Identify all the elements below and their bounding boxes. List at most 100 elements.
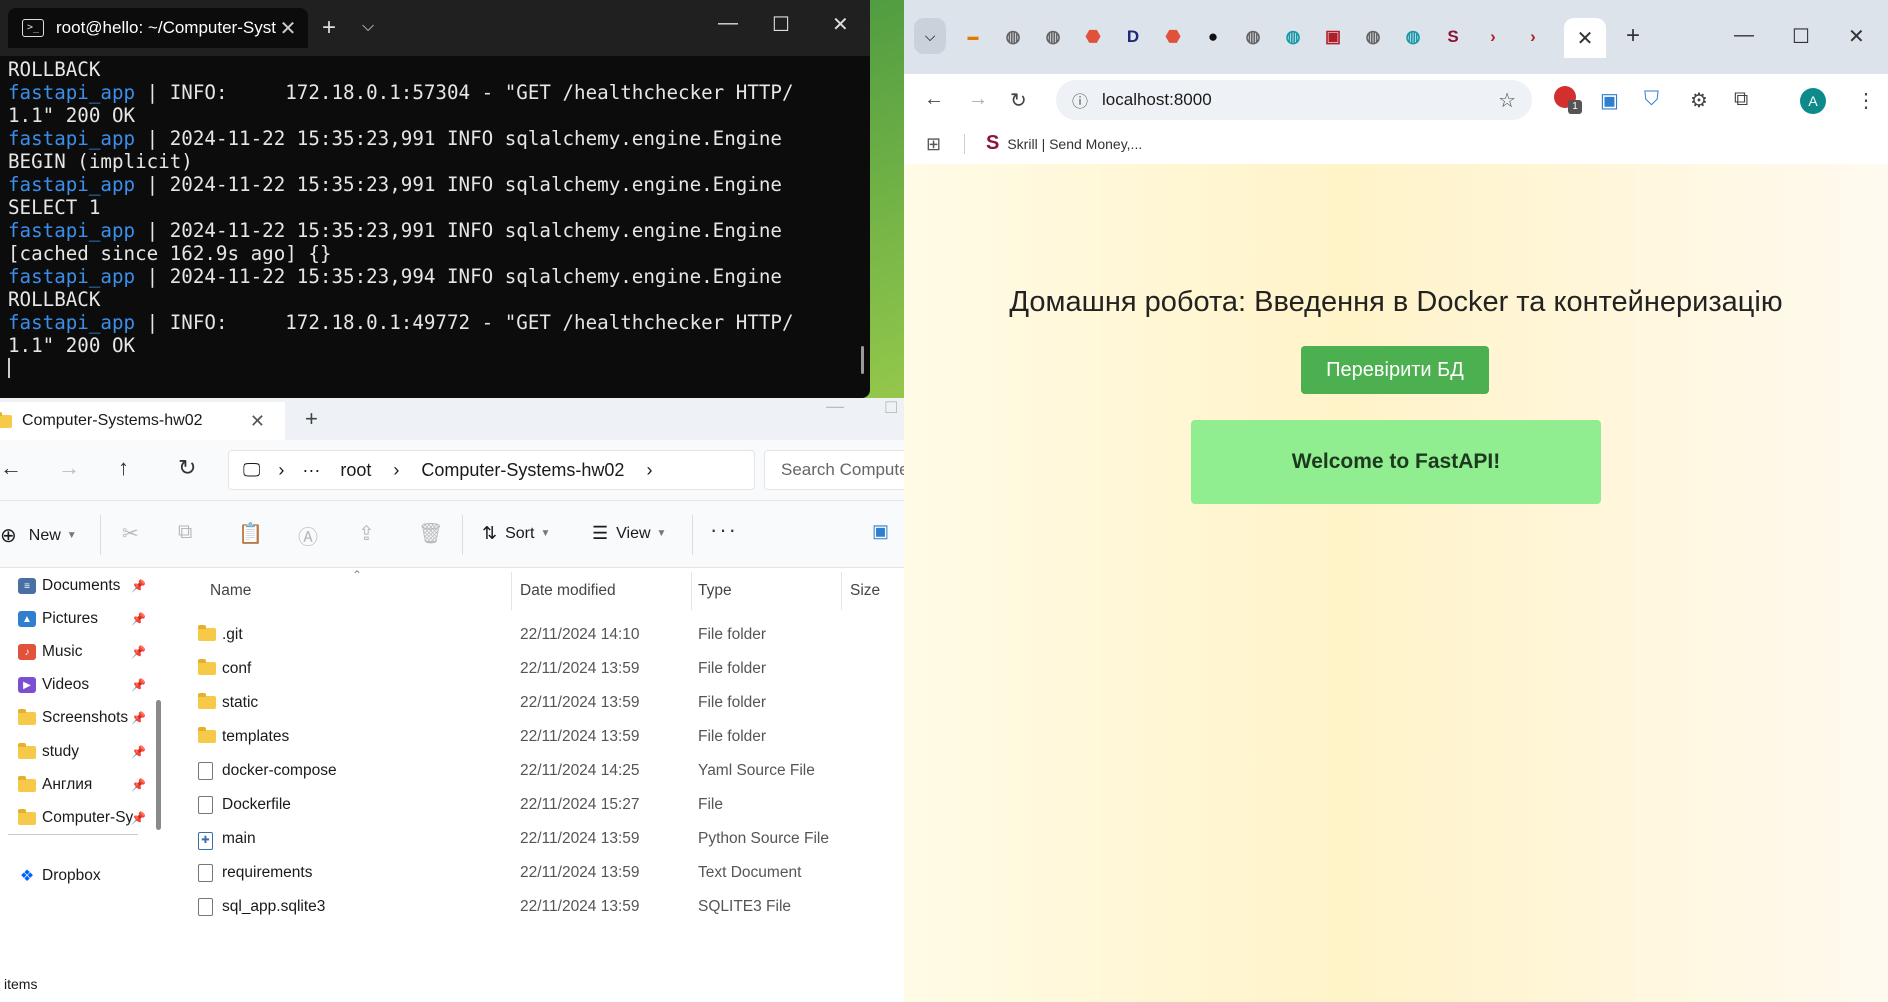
- pin-icon[interactable]: 📌: [131, 579, 146, 593]
- details-pane-icon[interactable]: ▣: [872, 521, 889, 542]
- paste-icon[interactable]: 📋: [238, 521, 263, 546]
- minimize-icon[interactable]: —: [718, 12, 738, 35]
- delete-icon[interactable]: 🗑: [418, 521, 443, 546]
- new-tab-icon[interactable]: +: [1626, 22, 1640, 50]
- sidebar-item[interactable]: Screenshots 📌: [18, 706, 146, 730]
- cut-icon[interactable]: ✂: [122, 521, 139, 546]
- globe-icon[interactable]: ◍: [1042, 26, 1064, 48]
- sort-button[interactable]: ⇅ Sort ▼: [482, 523, 550, 544]
- share-icon[interactable]: ⇪: [358, 521, 375, 546]
- pin-icon[interactable]: 📌: [131, 745, 146, 759]
- close-tab-icon[interactable]: ✕: [1577, 26, 1594, 51]
- close-icon[interactable]: ✕: [250, 411, 265, 432]
- column-divider[interactable]: [691, 572, 692, 610]
- view-button[interactable]: ☰ View ▼: [592, 523, 666, 544]
- pin-icon[interactable]: 📌: [131, 678, 146, 692]
- tab-favicon[interactable]: ▣: [1322, 26, 1344, 48]
- file-row[interactable]: ✚ main 22/11/2024 13:59 Python Source File: [168, 822, 905, 856]
- extensions-puzzle-icon[interactable]: ⧉: [1734, 88, 1748, 111]
- column-divider[interactable]: [841, 572, 842, 610]
- up-icon[interactable]: ↑: [118, 455, 129, 481]
- forward-icon[interactable]: →: [968, 88, 988, 111]
- globe-icon[interactable]: ◍: [1002, 26, 1024, 48]
- sidebar-item[interactable]: ▲ Pictures 📌: [18, 607, 146, 631]
- extension-icon[interactable]: ▣: [1600, 88, 1619, 113]
- pin-icon[interactable]: 📌: [131, 778, 146, 792]
- maximize-icon[interactable]: ☐: [772, 12, 790, 37]
- column-date[interactable]: Date modified: [520, 582, 616, 600]
- rename-icon[interactable]: Ⓐ: [298, 521, 318, 550]
- site-info-icon[interactable]: ⓘ: [1072, 88, 1088, 112]
- github-icon[interactable]: ●: [1202, 26, 1224, 48]
- new-tab-icon[interactable]: +: [322, 14, 336, 42]
- web-icon[interactable]: ◍: [1282, 26, 1304, 48]
- close-window-icon[interactable]: ✕: [1848, 24, 1865, 49]
- globe-icon[interactable]: ◍: [1242, 26, 1264, 48]
- close-window-icon[interactable]: ✕: [832, 12, 849, 37]
- robot-icon[interactable]: ⚙: [1690, 88, 1708, 113]
- more-options-icon[interactable]: ···: [710, 517, 738, 543]
- file-row[interactable]: requirements 22/11/2024 13:59 Text Documen…: [168, 856, 905, 890]
- ellipsis-icon[interactable]: ···: [302, 460, 320, 481]
- new-tab-icon[interactable]: +: [305, 406, 318, 432]
- active-tab[interactable]: ✕: [1564, 18, 1606, 58]
- skrill-icon[interactable]: S: [1442, 26, 1464, 48]
- file-row[interactable]: sql_app.sqlite3 22/11/2024 13:59 SQLITE3 F…: [168, 890, 905, 924]
- apps-grid-icon[interactable]: ⊞: [926, 134, 941, 155]
- profile-avatar[interactable]: A: [1800, 88, 1826, 114]
- column-name[interactable]: Name: [210, 582, 251, 600]
- refresh-icon[interactable]: ↻: [178, 455, 196, 481]
- terminal-tab[interactable]: >_ root@hello: ~/Computer-Syst ✕: [8, 8, 308, 48]
- minimize-icon[interactable]: —: [1734, 24, 1754, 47]
- sidebar-item[interactable]: Англия 📌: [18, 773, 146, 797]
- sidebar-item[interactable]: study 📌: [18, 740, 146, 764]
- search-input[interactable]: Search Compute: [764, 450, 905, 490]
- pin-icon[interactable]: 📌: [131, 711, 146, 725]
- tab-search-icon[interactable]: ⌵: [914, 18, 946, 54]
- tab-favicon[interactable]: ▬: [962, 26, 984, 48]
- pin-icon[interactable]: 📌: [131, 811, 146, 825]
- terminal-output[interactable]: ROLLBACK fastapi_app | INFO: 172.18.0.1:5…: [8, 58, 860, 357]
- tab-favicon[interactable]: ›: [1522, 26, 1544, 48]
- sidebar-item-dropbox[interactable]: ❖ Dropbox: [18, 864, 146, 888]
- copy-icon[interactable]: ⧉: [178, 521, 192, 544]
- tab-favicon[interactable]: ›: [1482, 26, 1504, 48]
- sidebar-item[interactable]: ≡ Documents 📌: [18, 574, 146, 598]
- figma-icon[interactable]: ⬣: [1162, 26, 1184, 48]
- file-row[interactable]: Dockerfile 22/11/2024 15:27 File: [168, 788, 905, 822]
- tab-favicon-d[interactable]: D: [1122, 26, 1144, 48]
- maximize-icon[interactable]: ☐: [1792, 24, 1810, 49]
- globe-icon[interactable]: ◍: [1362, 26, 1384, 48]
- sidebar-scrollbar[interactable]: [156, 700, 161, 830]
- sidebar-item[interactable]: Computer-Sy 📌: [18, 806, 146, 830]
- chevron-right-icon[interactable]: ›: [646, 460, 652, 481]
- address-bar[interactable]: 🖵 › ··· root › Computer-Systems-hw02 ›: [228, 450, 755, 490]
- explorer-tab[interactable]: Computer-Systems-hw02 ✕: [0, 402, 285, 440]
- file-row[interactable]: templates 22/11/2024 13:59 File folder: [168, 720, 905, 754]
- reload-icon[interactable]: ↻: [1010, 88, 1027, 113]
- sidebar-item[interactable]: ♪ Music 📌: [18, 640, 146, 664]
- pin-icon[interactable]: 📌: [131, 645, 146, 659]
- breadcrumb-root[interactable]: root: [340, 460, 371, 481]
- new-button[interactable]: ⊕ New ▼: [0, 523, 77, 548]
- column-size[interactable]: Size: [850, 582, 880, 600]
- menu-kebab-icon[interactable]: ⋮: [1856, 88, 1876, 113]
- bookmark-star-icon[interactable]: ☆: [1498, 88, 1516, 113]
- file-row[interactable]: conf 22/11/2024 13:59 File folder: [168, 652, 905, 686]
- pin-icon[interactable]: 📌: [131, 612, 146, 626]
- file-row[interactable]: docker-compose 22/11/2024 14:25 Yaml Sourc…: [168, 754, 905, 788]
- terminal-scrollbar[interactable]: [861, 346, 864, 374]
- web-icon[interactable]: ◍: [1402, 26, 1424, 48]
- minimize-icon[interactable]: —: [826, 398, 844, 417]
- back-icon[interactable]: ←: [0, 455, 22, 481]
- file-row[interactable]: static 22/11/2024 13:59 File folder: [168, 686, 905, 720]
- bookmark-skrill[interactable]: S Skrill | Send Money,...: [986, 132, 1142, 155]
- back-icon[interactable]: ←: [924, 88, 944, 111]
- check-db-button[interactable]: Перевірити БД: [1301, 346, 1489, 394]
- shield-icon[interactable]: ⛉: [1644, 88, 1659, 111]
- close-icon[interactable]: ✕: [278, 16, 298, 41]
- breadcrumb-current[interactable]: Computer-Systems-hw02: [421, 460, 624, 481]
- forward-icon[interactable]: →: [58, 455, 80, 481]
- column-type[interactable]: Type: [698, 582, 732, 600]
- url-bar[interactable]: ⓘ localhost:8000 ☆: [1056, 80, 1532, 120]
